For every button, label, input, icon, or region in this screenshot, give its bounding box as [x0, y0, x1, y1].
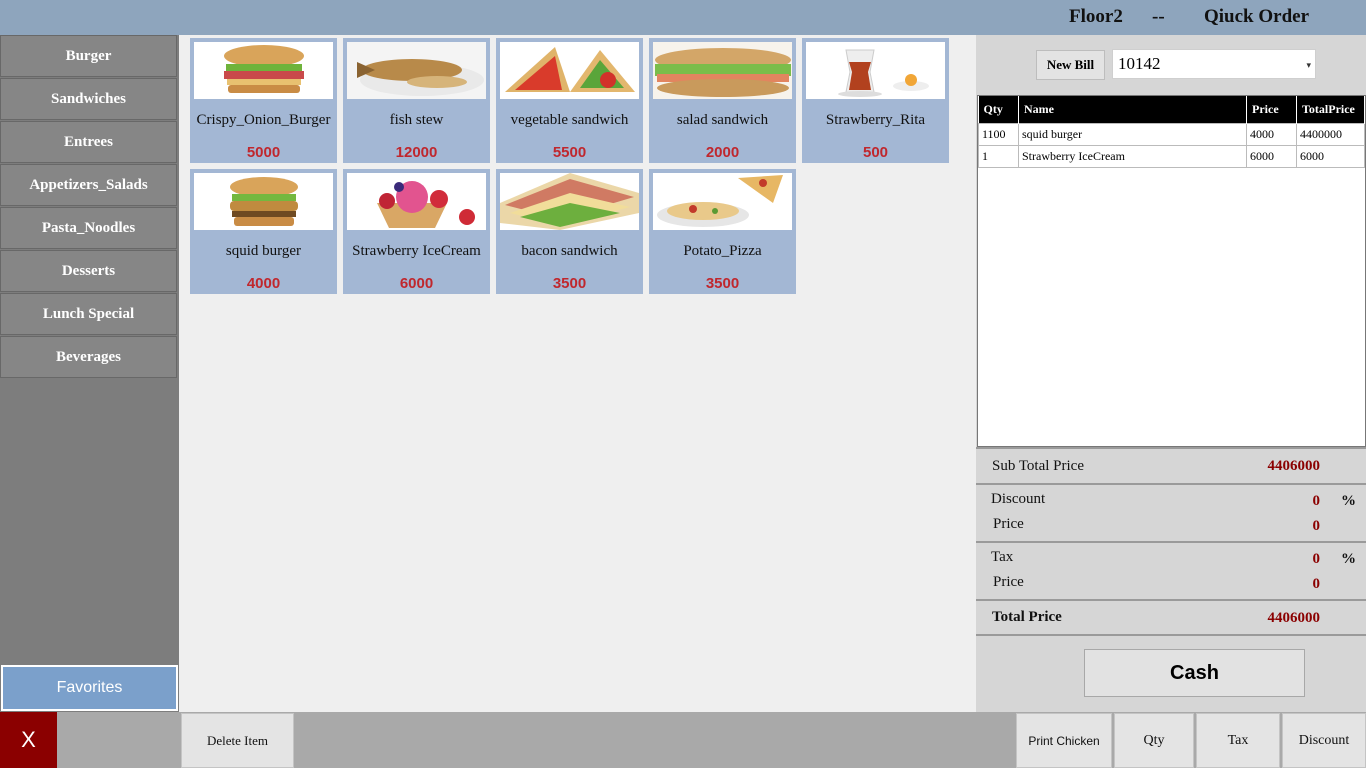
product-tile[interactable]: Crispy_Onion_Burger 5000: [190, 38, 337, 163]
fish-photo: [347, 42, 486, 99]
cell-name: squid burger: [1018, 122, 1247, 146]
discount-percent-value: 0: [1312, 493, 1321, 509]
bottom-toolbar: X Delete Item Print Chicken Qty Tax Disc…: [0, 712, 1366, 768]
product-tile[interactable]: vegetable sandwich 5500: [496, 38, 643, 163]
product-price: 500: [862, 144, 889, 161]
title-bar: Floor2 -- Qiuck Order: [0, 0, 1366, 35]
print-chicken-button[interactable]: Print Chicken: [1016, 713, 1112, 768]
table-row[interactable]: 1100 squid burger 4000 4400000: [978, 122, 1365, 146]
cell-qty: 1: [978, 144, 1019, 168]
product-tile[interactable]: salad sandwich 2000: [649, 38, 796, 163]
product-name: Strawberry IceCream: [352, 243, 481, 259]
discount-price-value: 0: [1312, 518, 1321, 534]
discount-button[interactable]: Discount: [1282, 713, 1366, 768]
cell-name: Strawberry IceCream: [1018, 144, 1247, 168]
category-lunch-special[interactable]: Lunch Special: [0, 293, 177, 335]
cell-price: 4000: [1246, 122, 1297, 146]
category-beverages[interactable]: Beverages: [0, 336, 177, 378]
table-row[interactable]: 1 Strawberry IceCream 6000 6000: [978, 144, 1365, 168]
category-entrees[interactable]: Entrees: [0, 121, 177, 163]
product-price: 5000: [246, 144, 281, 161]
discount-label: Discount: [991, 491, 1046, 507]
floor-label: Floor2: [1069, 6, 1123, 27]
salad-sandwich-photo: [653, 42, 792, 99]
category-sidebar: Burger Sandwiches Entrees Appetizers_Sal…: [0, 35, 179, 712]
product-price: 12000: [395, 144, 438, 161]
bill-number-select[interactable]: 10142 ▾: [1112, 49, 1316, 79]
product-name: fish stew: [389, 112, 444, 128]
squid-burger-photo: [194, 173, 333, 230]
product-price: 3500: [705, 275, 740, 292]
tax-section: Tax 0 % Price 0: [976, 541, 1366, 599]
favorites-button[interactable]: Favorites: [1, 665, 178, 711]
tax-button[interactable]: Tax: [1196, 713, 1280, 768]
product-tile[interactable]: fish stew 12000: [343, 38, 490, 163]
category-appetizers-salads[interactable]: Appetizers_Salads: [0, 164, 177, 206]
product-name: salad sandwich: [676, 112, 769, 128]
tax-label: Tax: [991, 549, 1014, 565]
product-grid: Crispy_Onion_Burger 5000 fish stew 12000…: [179, 35, 976, 712]
product-price: 2000: [705, 144, 740, 161]
new-bill-button[interactable]: New Bill: [1036, 50, 1105, 80]
tax-percent-sign: %: [1341, 551, 1356, 567]
product-tile[interactable]: Potato_Pizza 3500: [649, 169, 796, 294]
ice-cream-photo: [347, 173, 486, 230]
category-desserts[interactable]: Desserts: [0, 250, 177, 292]
column-header-total-price[interactable]: TotalPrice: [1296, 96, 1365, 123]
product-name: Crispy_Onion_Burger: [196, 112, 331, 128]
burger-photo: [194, 42, 333, 99]
product-name: Potato_Pizza: [683, 243, 762, 259]
dropdown-arrow-icon[interactable]: ▾: [1306, 51, 1311, 79]
tea-glass-photo: [806, 42, 945, 99]
product-name: vegetable sandwich: [510, 112, 629, 128]
header-separator: --: [1152, 6, 1165, 27]
product-price: 4000: [246, 275, 281, 292]
cell-qty: 1100: [978, 122, 1019, 146]
product-tile[interactable]: Strawberry IceCream 6000: [343, 169, 490, 294]
product-name: Strawberry_Rita: [825, 112, 926, 128]
product-price: 5500: [552, 144, 587, 161]
product-tile[interactable]: squid burger 4000: [190, 169, 337, 294]
total-value: 4406000: [1267, 610, 1321, 626]
column-header-price[interactable]: Price: [1246, 96, 1297, 123]
total-section: Total Price 4406000: [976, 599, 1366, 636]
vegetable-sandwich-photo: [500, 42, 639, 99]
bacon-sandwich-photo: [500, 173, 639, 230]
subtotal-label: Sub Total Price: [992, 458, 1084, 474]
subtotal-value: 4406000: [1267, 458, 1321, 474]
product-price: 3500: [552, 275, 587, 292]
discount-price-label: Price: [993, 516, 1024, 532]
tax-price-value: 0: [1312, 576, 1321, 592]
cell-total: 6000: [1296, 144, 1365, 168]
product-tile[interactable]: Strawberry_Rita 500: [802, 38, 949, 163]
pizza-photo: [653, 173, 792, 230]
product-name: bacon sandwich: [521, 243, 618, 259]
bill-number-value: 10142: [1118, 54, 1161, 73]
delete-item-button[interactable]: Delete Item: [181, 713, 294, 768]
subtotal-section: Sub Total Price 4406000: [976, 447, 1366, 483]
product-name: squid burger: [225, 243, 302, 259]
order-panel: New Bill 10142 ▾ Qty Name Price TotalPri…: [976, 35, 1366, 712]
discount-section: Discount 0 % Price 0: [976, 483, 1366, 541]
total-label: Total Price: [992, 609, 1062, 625]
category-pasta-noodles[interactable]: Pasta_Noodles: [0, 207, 177, 249]
tax-percent-value: 0: [1312, 551, 1321, 567]
close-button[interactable]: X: [0, 712, 57, 768]
product-tile[interactable]: bacon sandwich 3500: [496, 169, 643, 294]
product-price: 6000: [399, 275, 434, 292]
tax-price-label: Price: [993, 574, 1024, 590]
cell-price: 6000: [1246, 144, 1297, 168]
cash-button[interactable]: Cash: [1084, 649, 1305, 697]
cell-total: 4400000: [1296, 122, 1365, 146]
column-header-qty[interactable]: Qty: [978, 96, 1019, 123]
category-burger[interactable]: Burger: [0, 35, 177, 77]
qty-button[interactable]: Qty: [1114, 713, 1194, 768]
column-header-name[interactable]: Name: [1018, 96, 1247, 123]
order-items-table[interactable]: Qty Name Price TotalPrice 1100 squid bur…: [977, 95, 1366, 447]
discount-percent-sign: %: [1341, 493, 1356, 509]
order-mode-label: Qiuck Order: [1204, 6, 1310, 27]
category-sandwiches[interactable]: Sandwiches: [0, 78, 177, 120]
